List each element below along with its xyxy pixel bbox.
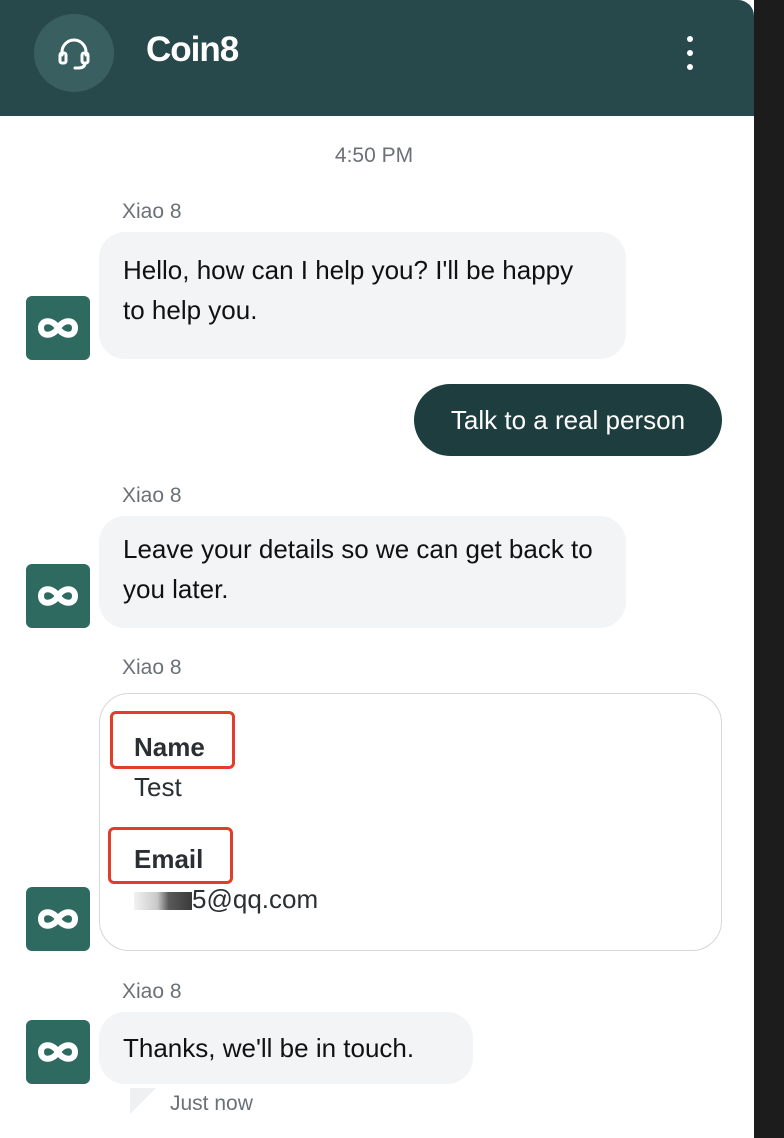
sender-name: Xiao 8 — [122, 980, 182, 1003]
email-visible-text: 5@qq.com — [192, 884, 319, 914]
infinity-logo-icon — [37, 909, 79, 929]
bubble-tail — [130, 1088, 156, 1114]
email-highlight-box — [108, 827, 233, 884]
message-timestamp: 4:50 PM — [334, 144, 414, 167]
user-message-bubble: Talk to a real person — [414, 384, 722, 456]
kebab-menu-icon[interactable] — [676, 36, 704, 70]
sender-name: Xiao 8 — [122, 200, 182, 223]
bot-message-bubble: Hello, how can I help you? I'll be happy… — [99, 232, 626, 359]
chat-title: Coin8 — [146, 30, 239, 69]
headset-icon — [58, 38, 90, 70]
bot-avatar — [26, 296, 90, 360]
sender-name: Xiao 8 — [122, 484, 182, 507]
message-status: Just now — [170, 1092, 253, 1115]
infinity-logo-icon — [37, 1042, 79, 1062]
bot-avatar — [26, 887, 90, 951]
name-field-value: Test — [134, 772, 182, 802]
bot-avatar — [26, 564, 90, 628]
bot-message-text: Leave your details so we can get back to… — [123, 534, 593, 604]
name-highlight-box — [110, 711, 235, 769]
chat-widget: Coin8 4:50 PM Xiao 8 Hello, how can I he… — [0, 0, 754, 1138]
infinity-logo-icon — [37, 586, 79, 606]
support-avatar — [34, 14, 114, 92]
bot-avatar — [26, 1020, 90, 1084]
bot-message-text: Thanks, we'll be in touch. — [123, 1033, 415, 1063]
infinity-logo-icon — [37, 318, 79, 338]
bot-message-bubble: Leave your details so we can get back to… — [99, 516, 626, 628]
sender-name: Xiao 8 — [122, 656, 182, 679]
email-field-value: 5@qq.com — [134, 884, 318, 915]
chat-header: Coin8 — [0, 0, 754, 116]
page-background-strip — [754, 0, 784, 1138]
redacted-email-part — [134, 892, 192, 910]
bot-message-bubble: Thanks, we'll be in touch. — [99, 1012, 473, 1084]
user-message-text: Talk to a real person — [450, 404, 686, 435]
bot-message-text: Hello, how can I help you? I'll be happy… — [123, 255, 574, 325]
